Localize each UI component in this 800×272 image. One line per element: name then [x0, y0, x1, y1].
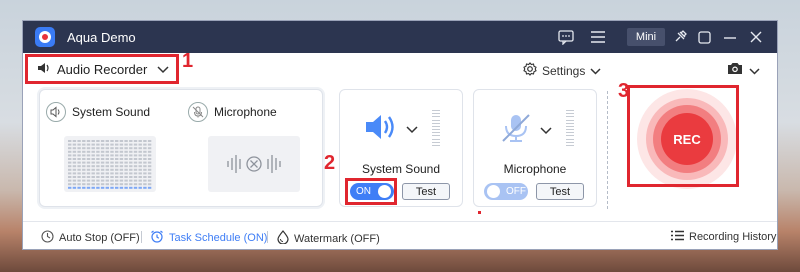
microphone-volume-level — [566, 110, 574, 146]
microphone-test-button[interactable]: Test — [536, 183, 584, 200]
microphone-label: Microphone — [503, 162, 567, 176]
gear-icon — [523, 62, 537, 79]
task-schedule-label: Task Schedule (ON) — [169, 232, 268, 244]
system-volume-level — [432, 110, 440, 146]
pin-icon[interactable] — [671, 28, 689, 46]
cursor-marker — [478, 211, 481, 214]
menu-icon[interactable] — [589, 28, 607, 46]
chevron-down-icon — [406, 121, 418, 139]
chevron-down-icon — [749, 62, 760, 80]
app-logo-icon — [35, 27, 55, 47]
system-sound-level-meter — [64, 136, 156, 192]
microphone-muted-icon — [498, 112, 534, 149]
speaker-icon — [46, 102, 66, 122]
system-volume-control[interactable] — [364, 112, 418, 147]
toggle-state-label: OFF — [506, 186, 526, 197]
alarm-clock-icon — [150, 230, 164, 246]
annotation-number-3: 3 — [618, 80, 630, 102]
chevron-down-icon — [540, 122, 552, 140]
preview-system-sound-label: System Sound — [72, 105, 151, 119]
preview-microphone: Microphone — [188, 102, 277, 122]
highlight-box-3 — [627, 85, 739, 187]
level-bars — [68, 140, 152, 189]
system-test-button[interactable]: Test — [402, 183, 450, 200]
microphone-volume-control[interactable] — [498, 112, 552, 149]
restore-icon[interactable] — [695, 28, 713, 46]
toggle-knob — [487, 185, 500, 198]
microphone-toggle[interactable]: OFF — [484, 183, 528, 200]
separator — [267, 231, 268, 243]
recording-history-label: Recording History — [689, 231, 777, 243]
settings-label: Settings — [542, 63, 586, 78]
recording-history-button[interactable]: Recording History — [671, 230, 776, 244]
annotation-number-2: 2 — [324, 152, 336, 174]
microphone-level-meter — [208, 136, 300, 192]
minimize-icon[interactable] — [721, 28, 739, 46]
muted-waveform-icon — [227, 155, 281, 173]
camera-icon — [727, 61, 743, 80]
chevron-down-icon — [590, 64, 601, 78]
audio-preview-panel: System Sound Microphone — [39, 89, 323, 207]
auto-stop-label: Auto Stop (OFF) — [59, 232, 140, 244]
system-sound-label: System Sound — [361, 162, 441, 176]
microphone-muted-icon — [188, 102, 208, 122]
divider — [607, 91, 608, 209]
app-title: Aqua Demo — [67, 30, 136, 45]
highlight-box-1 — [25, 54, 179, 84]
app-window: Aqua Demo Mini Audio Recorder Settings S… — [22, 20, 778, 250]
annotation-number-1: 1 — [182, 50, 194, 72]
bottom-bar: Auto Stop (OFF) Task Schedule (ON) Water… — [23, 221, 777, 249]
list-icon — [671, 230, 684, 244]
separator — [141, 231, 142, 243]
speaker-volume-icon — [364, 112, 400, 147]
close-icon[interactable] — [747, 28, 765, 46]
preview-microphone-label: Microphone — [214, 105, 277, 119]
droplet-icon — [277, 230, 289, 247]
feedback-icon[interactable] — [557, 28, 575, 46]
watermark-label: Watermark (OFF) — [294, 232, 380, 245]
clock-icon — [41, 230, 54, 246]
screenshot-dropdown[interactable] — [727, 61, 760, 80]
settings-dropdown[interactable]: Settings — [523, 62, 601, 79]
highlight-box-2 — [345, 178, 397, 205]
task-schedule-button[interactable]: Task Schedule (ON) — [150, 230, 267, 246]
preview-system-sound: System Sound — [46, 102, 150, 122]
watermark-button[interactable]: Watermark (OFF) — [277, 230, 380, 247]
microphone-panel: Microphone OFF Test — [473, 89, 597, 207]
title-bar: Aqua Demo Mini — [23, 21, 777, 53]
mini-mode-button[interactable]: Mini — [627, 28, 665, 46]
auto-stop-button[interactable]: Auto Stop (OFF) — [41, 230, 140, 246]
